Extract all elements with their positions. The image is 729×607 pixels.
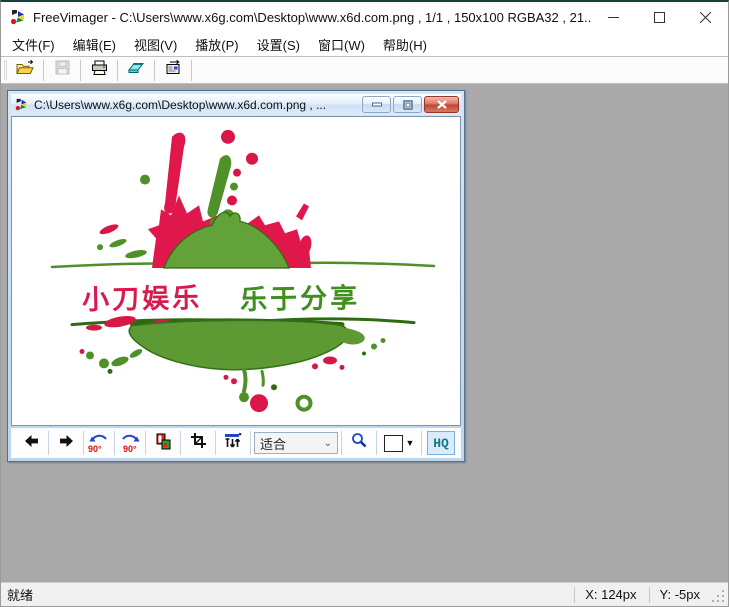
- open-folder-icon: [16, 60, 35, 81]
- maximize-button[interactable]: [636, 2, 682, 32]
- toolbar-grip: [4, 60, 7, 80]
- menu-edit[interactable]: 编辑(E): [64, 32, 125, 57]
- email-icon: [165, 60, 182, 80]
- image-toolbar: 90° 90°: [11, 428, 461, 458]
- magnifier-icon: [351, 432, 368, 454]
- freevimager-logo-icon: [9, 9, 27, 25]
- image-canvas[interactable]: 小刀娱乐 乐于分享: [11, 116, 461, 426]
- child-title-bar[interactable]: C:\Users\www.x6g.com\Desktop\www.x6d.com…: [11, 94, 461, 115]
- menu-window[interactable]: 窗口(W): [309, 32, 374, 57]
- crop-icon: [190, 432, 207, 454]
- rotate-left-button[interactable]: 90°: [87, 432, 111, 454]
- arrow-left-icon: [23, 434, 40, 453]
- chevron-down-icon: ⌄: [324, 438, 337, 449]
- cursor-x-position: X: 124px: [575, 587, 648, 602]
- previous-image-button[interactable]: [17, 430, 45, 456]
- print-icon: [91, 60, 108, 81]
- toolbar-separator: [114, 431, 115, 455]
- toolbar-separator: [250, 431, 251, 455]
- save-button: [47, 59, 77, 82]
- toolbar-separator: [215, 431, 216, 455]
- child-restore-button[interactable]: [393, 96, 422, 113]
- logo-text-red: 小刀娱乐: [82, 276, 203, 317]
- crop-button[interactable]: [184, 430, 212, 456]
- zoom-mode-value: 适合: [260, 434, 324, 453]
- email-button[interactable]: [158, 59, 188, 82]
- rotate-right-degree-label: 90°: [123, 444, 137, 454]
- toolbar-separator: [83, 431, 84, 455]
- image-document-window[interactable]: C:\Users\www.x6g.com\Desktop\www.x6d.com…: [7, 90, 465, 462]
- resize-sliders-icon: [224, 432, 242, 454]
- title-bar: FreeVimager - C:\Users\www.x6g.com\Deskt…: [1, 2, 728, 32]
- document-logo-icon: [14, 98, 29, 111]
- rotate-right-button[interactable]: 90°: [118, 432, 142, 454]
- toolbar-separator: [117, 60, 118, 81]
- window-title: FreeVimager - C:\Users\www.x6g.com\Deskt…: [33, 10, 590, 25]
- background-color-button[interactable]: ▼: [380, 430, 418, 456]
- save-icon: [55, 60, 70, 80]
- child-close-button[interactable]: [424, 96, 459, 113]
- high-quality-toggle[interactable]: HQ: [427, 431, 455, 455]
- print-button[interactable]: [84, 59, 114, 82]
- toolbar-separator: [80, 60, 81, 81]
- resize-button[interactable]: [219, 430, 247, 456]
- scanner-icon: [127, 60, 145, 80]
- main-toolbar: [1, 57, 728, 84]
- dropdown-arrow-icon[interactable]: ▼: [406, 438, 415, 448]
- status-bar: 就绪 X: 124px Y: -5px: [1, 582, 728, 606]
- menu-settings[interactable]: 设置(S): [248, 32, 309, 57]
- splash-logo-image: [12, 117, 460, 425]
- zoom-tool-button[interactable]: [345, 430, 373, 456]
- mdi-workspace: C:\Users\www.x6g.com\Desktop\www.x6d.com…: [1, 84, 728, 582]
- color-swatches-icon: [154, 432, 172, 455]
- logo-text-green: 乐于分享: [240, 276, 361, 317]
- menu-play[interactable]: 播放(P): [186, 32, 247, 57]
- cursor-y-position: Y: -5px: [650, 587, 712, 602]
- menu-help[interactable]: 帮助(H): [374, 32, 436, 57]
- toolbar-separator: [154, 60, 155, 81]
- scan-button[interactable]: [121, 59, 151, 82]
- resize-grip[interactable]: [712, 590, 726, 604]
- open-file-button[interactable]: [10, 59, 40, 82]
- menu-file[interactable]: 文件(F): [3, 32, 64, 57]
- menu-view[interactable]: 视图(V): [125, 32, 186, 57]
- color-swatch-white-icon: [384, 435, 403, 452]
- toolbar-separator: [376, 431, 377, 455]
- child-window-title: C:\Users\www.x6g.com\Desktop\www.x6d.com…: [34, 98, 360, 112]
- status-message: 就绪: [1, 585, 574, 604]
- rotate-left-degree-label: 90°: [88, 444, 102, 454]
- menu-bar: 文件(F) 编辑(E) 视图(V) 播放(P) 设置(S) 窗口(W) 帮助(H…: [1, 32, 728, 57]
- toolbar-separator: [48, 431, 49, 455]
- toolbar-separator: [421, 431, 422, 455]
- next-image-button[interactable]: [52, 430, 80, 456]
- toolbar-separator: [341, 431, 342, 455]
- minimize-button[interactable]: [590, 2, 636, 32]
- zoom-mode-select[interactable]: 适合 ⌄: [254, 432, 338, 454]
- close-button[interactable]: [682, 2, 728, 32]
- color-adjust-button[interactable]: [149, 430, 177, 456]
- arrow-right-icon: [58, 434, 75, 453]
- app-window: FreeVimager - C:\Users\www.x6g.com\Deskt…: [0, 0, 729, 607]
- toolbar-separator: [145, 431, 146, 455]
- toolbar-separator: [180, 431, 181, 455]
- child-minimize-button[interactable]: [362, 96, 391, 113]
- toolbar-separator: [191, 60, 192, 81]
- toolbar-separator: [43, 60, 44, 81]
